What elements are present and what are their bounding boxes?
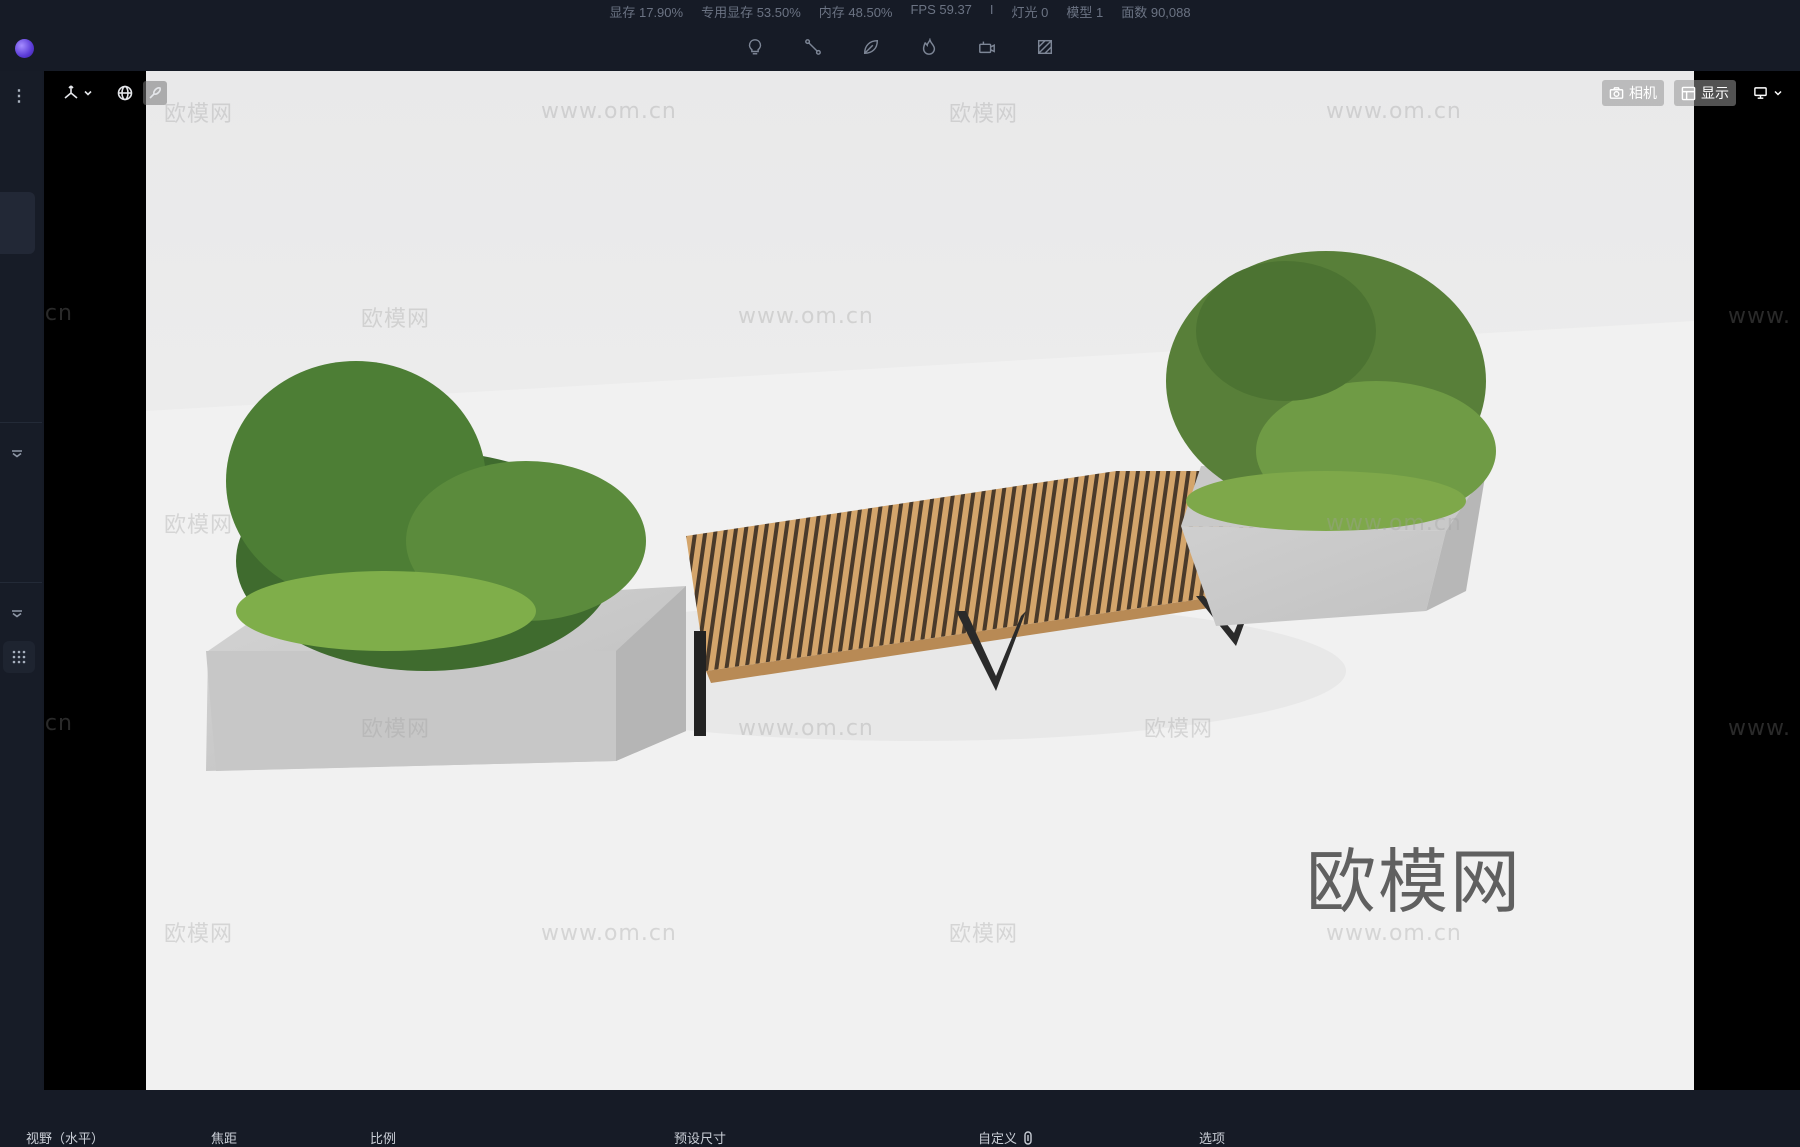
chevron-down-icon — [1774, 90, 1782, 96]
render-app: 显存 17.90% 专用显存 53.50% 内存 48.50% FPS 59.3… — [0, 0, 1800, 1147]
more-menu-icon[interactable]: ⋮ — [11, 89, 27, 105]
options-label: 选项 — [1199, 1131, 1226, 1146]
watermark-url: www.om.cn — [541, 99, 677, 124]
video-camera-icon[interactable] — [977, 36, 997, 58]
display-icon — [1681, 86, 1696, 100]
camera-label: 相机 — [1629, 85, 1657, 101]
main-toolbar — [0, 36, 1800, 62]
display-label: 显示 — [1701, 85, 1729, 101]
watermark-brand: 欧模网 — [164, 102, 234, 127]
camera-button[interactable]: 相机 — [1602, 80, 1664, 106]
axis-gizmo-icon — [64, 85, 78, 99]
brush-select-icon[interactable] — [143, 81, 167, 105]
focal-length-label: 焦距 — [211, 1131, 238, 1146]
view-layout-icon — [1754, 86, 1767, 99]
render-scene[interactable]: 欧模网 www.om.cn 欧模网 www.om.cn 欧模网 www.om.c… — [146, 71, 1694, 1090]
leaf-icon[interactable] — [861, 36, 881, 58]
path-nodes-icon[interactable] — [803, 36, 823, 58]
watermark-url: www.om.cn — [1326, 99, 1462, 124]
watermark-brand: 欧模网 — [949, 102, 1019, 127]
memory-stat: 内存 48.50% — [818, 5, 893, 20]
faces-stat: 面数 90,088 — [1121, 5, 1191, 20]
collapse-chevron-icon[interactable] — [11, 606, 23, 618]
left-rail: ⋮ — [0, 71, 42, 1090]
lights-stat: 灯光 0 — [1011, 5, 1049, 20]
watermark-url-partial: om.cn — [44, 301, 73, 326]
watermark-big-brand: 欧模网 — [1306, 841, 1522, 923]
view-layout-dropdown[interactable] — [1746, 80, 1790, 106]
vram-stat: 显存 17.90% — [609, 5, 684, 20]
collapse-chevron-icon[interactable] — [11, 446, 23, 458]
watermark-brand: 欧模网 — [164, 513, 234, 538]
fps-stat: FPS 59.37 — [910, 2, 972, 17]
watermark-brand: 欧模网 — [949, 922, 1019, 947]
stats-separator: I — [989, 2, 994, 17]
transform-gizmo-dropdown[interactable] — [62, 81, 93, 105]
rail-divider — [0, 582, 42, 583]
fov-label: 视野（水平） — [26, 1131, 105, 1146]
link-icon — [1024, 1131, 1032, 1145]
viewport-right-tools: 相机 显示 — [1602, 80, 1790, 106]
watermark-url: www.om.cn — [738, 304, 874, 329]
grid-menu-icon[interactable] — [3, 641, 35, 673]
models-stat: 模型 1 — [1066, 5, 1104, 20]
watermark-url-partial: om.cn — [44, 711, 73, 736]
rail-divider — [0, 422, 42, 423]
preset-size-label: 预设尺寸 — [674, 1131, 727, 1146]
watermark-brand: 欧模网 — [361, 717, 431, 742]
rail-active-item[interactable] — [0, 192, 35, 254]
globe-icon[interactable] — [117, 81, 133, 105]
watermark-brand: 欧模网 — [361, 307, 431, 332]
camera-icon — [1609, 86, 1624, 99]
watermark-url: www.om.cn — [541, 921, 677, 946]
ratio-label: 比例 — [370, 1131, 397, 1146]
watermark-url-partial: www. — [1728, 716, 1791, 741]
viewport-left-tools — [62, 81, 167, 105]
watermark-brand: 欧模网 — [164, 922, 234, 947]
camera-settings-panel: 视野（水平） 焦距 比例 预设尺寸 自定义 选项 — [0, 1090, 1800, 1147]
fire-icon[interactable] — [919, 36, 939, 58]
watermark-url-partial: www. — [1728, 304, 1791, 329]
performance-stats: 显存 17.90% 专用显存 53.50% 内存 48.50% FPS 59.3… — [0, 0, 1800, 20]
custom-size-toggle[interactable]: 自定义 — [978, 1128, 1033, 1147]
material-icon[interactable] — [1035, 36, 1055, 58]
custom-label: 自定义 — [978, 1131, 1018, 1146]
watermark-url: www.om.cn — [1326, 511, 1462, 536]
light-bulb-icon[interactable] — [745, 36, 765, 58]
chevron-down-icon — [84, 90, 92, 96]
3d-viewport[interactable]: 欧模网 www.om.cn 欧模网 www.om.cn 欧模网 www.om.c… — [44, 71, 1800, 1090]
watermark-brand: 欧模网 — [1144, 717, 1214, 742]
display-button[interactable]: 显示 — [1674, 80, 1736, 106]
dedicated-vram-stat: 专用显存 53.50% — [701, 5, 801, 20]
watermark-url: www.om.cn — [738, 716, 874, 741]
